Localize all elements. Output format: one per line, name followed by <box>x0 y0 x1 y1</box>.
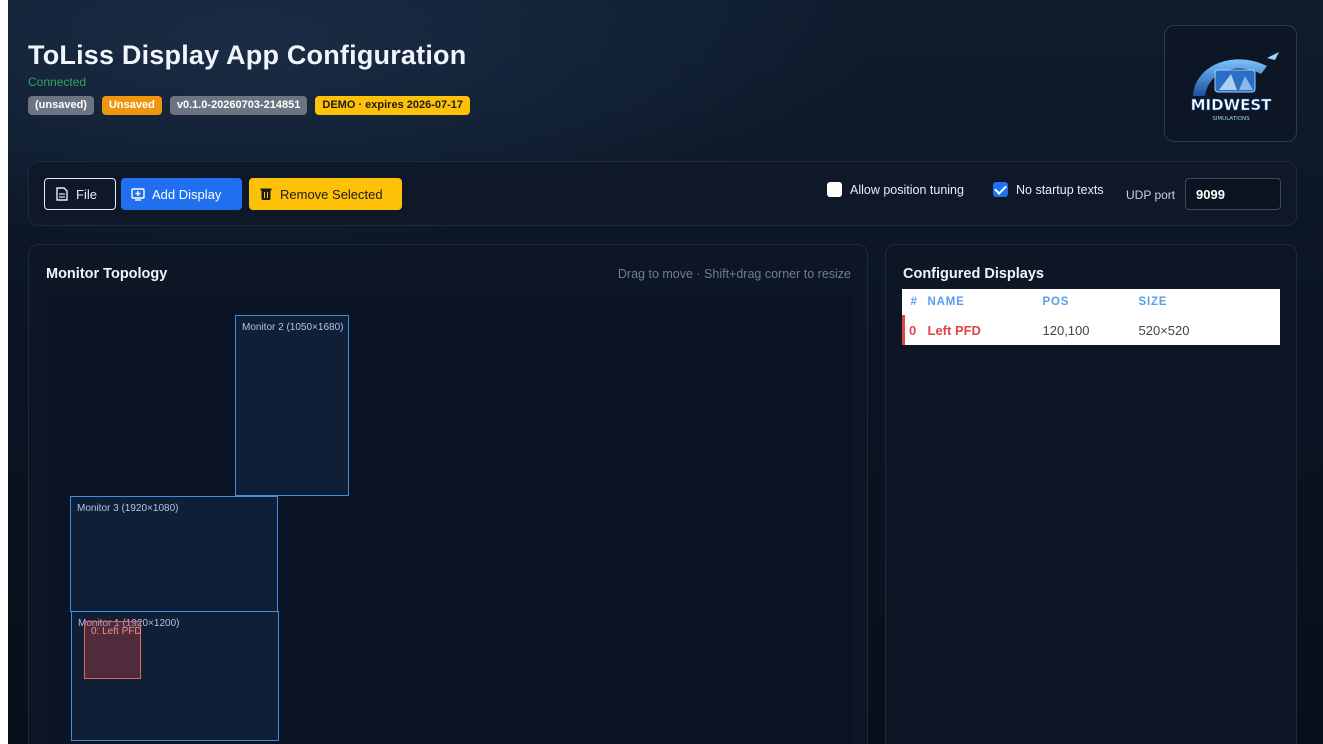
col-name: NAME <box>927 296 965 308</box>
col-size: SIZE <box>1138 296 1168 308</box>
brand-logo: MIDWEST SIMULATIONS <box>1164 25 1297 142</box>
configured-displays-panel: Configured Displays # NAME POS SIZE 0 Le… <box>885 244 1297 744</box>
remove-selected-label: Remove Selected <box>280 186 383 202</box>
trash-icon <box>260 188 272 200</box>
display-0-label: 0: Left PFD <box>91 626 142 637</box>
monitor-topology-title: Monitor Topology <box>46 266 168 282</box>
no-startup-texts-checkbox[interactable] <box>993 182 1008 197</box>
add-display-label: Add Display <box>152 186 222 202</box>
add-display-icon <box>131 188 145 201</box>
row-pos: 120,100 <box>1042 315 1139 345</box>
monitor-2-label: Monitor 2 (1050×1680) <box>242 322 344 333</box>
monitor-2-box[interactable]: Monitor 2 (1050×1680) <box>235 315 349 496</box>
display-0-box[interactable]: 0: Left PFD <box>84 621 142 679</box>
table-header-row: # NAME POS SIZE <box>904 289 1281 315</box>
header: ToLiss Display App Configuration Connect… <box>28 40 471 115</box>
configured-displays-title: Configured Displays <box>903 266 1044 282</box>
monitor-topology-panel: Monitor Topology Drag to move · Shift+dr… <box>28 244 868 744</box>
badge-row: (unsaved) Unsaved v0.1.0-20260703-214851… <box>28 96 471 115</box>
logo-brand-text: MIDWEST <box>1191 96 1273 114</box>
configured-displays-table: # NAME POS SIZE 0 Left PFD 120,100 520×5… <box>902 289 1280 345</box>
monitor-3-box[interactable]: Monitor 3 (1920×1080) <box>70 496 278 612</box>
row-name: Left PFD <box>927 315 1043 345</box>
no-startup-texts-label: No startup texts <box>1016 182 1104 197</box>
file-button-label: File <box>76 186 97 202</box>
logo-sub-text: SIMULATIONS <box>1212 116 1250 122</box>
udp-port-input[interactable] <box>1185 178 1281 210</box>
udp-port-label: UDP port <box>1126 188 1176 202</box>
page-title: ToLiss Display App Configuration <box>28 40 467 70</box>
topology-canvas[interactable]: Monitor 2 (1050×1680) Monitor 3 (1920×10… <box>46 293 852 744</box>
file-icon <box>56 187 68 201</box>
allow-position-tuning-checkbox[interactable] <box>827 182 842 197</box>
unsaved-badge: Unsaved <box>101 96 162 115</box>
col-pos: POS <box>1042 296 1070 308</box>
demo-badge: DEMO · expires 2026-07-17 <box>315 96 471 115</box>
topology-hint: Drag to move · Shift+drag corner to resi… <box>617 267 851 281</box>
file-button[interactable]: File <box>44 178 116 210</box>
no-startup-texts-option[interactable]: No startup texts <box>993 182 1104 197</box>
connection-status: Connected <box>28 75 87 89</box>
allow-position-tuning-label: Allow position tuning <box>850 182 964 197</box>
row-index: 0 <box>902 315 928 345</box>
allow-position-tuning-option[interactable]: Allow position tuning <box>827 182 964 197</box>
col-index: # <box>910 296 918 308</box>
app-root: ToLiss Display App Configuration Connect… <box>0 0 1323 744</box>
remove-selected-button[interactable]: Remove Selected <box>249 178 402 210</box>
toolbar: File Add Display Remove Selected Allow p… <box>28 161 1297 226</box>
save-state-badge: (unsaved) <box>28 96 94 115</box>
table-row[interactable]: 0 Left PFD 120,100 520×520 <box>902 315 1280 345</box>
version-badge: v0.1.0-20260703-214851 <box>169 96 308 115</box>
row-size: 520×520 <box>1138 315 1280 345</box>
add-display-button[interactable]: Add Display <box>121 178 242 210</box>
monitor-3-label: Monitor 3 (1920×1080) <box>77 503 179 514</box>
midwest-logo-icon: MIDWEST SIMULATIONS <box>1190 52 1279 122</box>
